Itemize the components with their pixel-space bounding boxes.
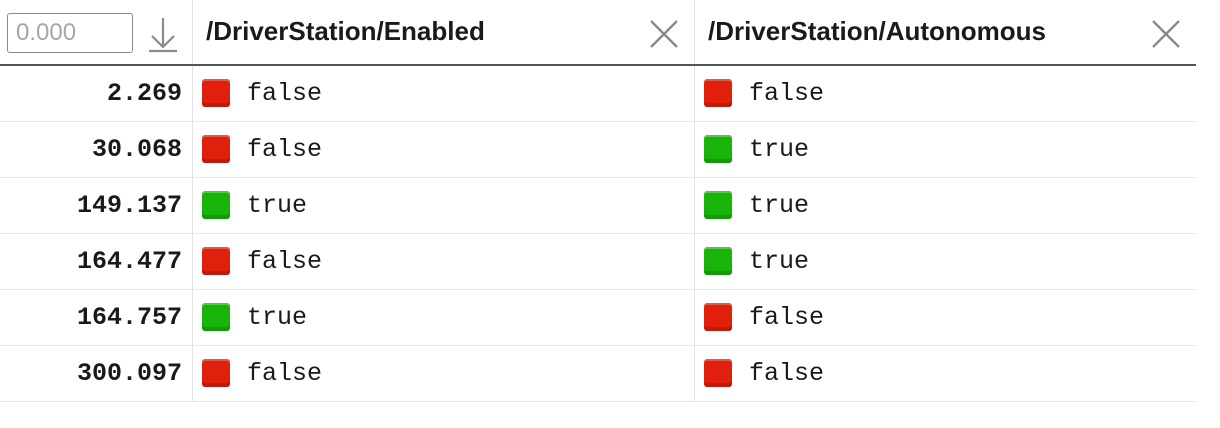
column-header-enabled: /DriverStation/Enabled: [193, 0, 695, 64]
table-row[interactable]: 149.137 true true: [0, 178, 1196, 234]
boolean-value: false: [247, 135, 323, 164]
value-cell: false: [695, 290, 1196, 345]
value-cell: true: [695, 178, 1196, 233]
value-cell: true: [193, 290, 695, 345]
table-header: /DriverStation/Enabled /DriverStation/Au…: [0, 0, 1196, 66]
table-row[interactable]: 30.068 false true: [0, 122, 1196, 178]
time-cell: 149.137: [0, 178, 193, 233]
status-swatch: [202, 135, 230, 163]
timestamp: 300.097: [76, 359, 182, 388]
value-cell: false: [695, 346, 1196, 401]
value-cell: false: [193, 234, 695, 289]
time-cell: 164.477: [0, 234, 193, 289]
boolean-value: false: [749, 359, 825, 388]
value-cell: false: [193, 346, 695, 401]
boolean-value: false: [749, 79, 825, 108]
close-icon[interactable]: [1150, 18, 1182, 50]
boolean-value: false: [749, 303, 825, 332]
timestamp: 30.068: [91, 135, 182, 164]
arrow-down-icon[interactable]: [146, 15, 180, 53]
value-cell: true: [193, 178, 695, 233]
status-swatch: [704, 191, 732, 219]
table-row[interactable]: 164.477 false true: [0, 234, 1196, 290]
time-cell: 30.068: [0, 122, 193, 177]
column-header-autonomous: /DriverStation/Autonomous: [695, 0, 1196, 64]
status-swatch: [202, 247, 230, 275]
status-swatch: [704, 303, 732, 331]
table-row[interactable]: 2.269 false false: [0, 66, 1196, 122]
value-cell: false: [695, 66, 1196, 121]
time-cell: 300.097: [0, 346, 193, 401]
boolean-value: true: [749, 135, 810, 164]
boolean-value: true: [749, 247, 810, 276]
value-cell: false: [193, 66, 695, 121]
timestamp: 164.757: [76, 303, 182, 332]
status-swatch: [704, 247, 732, 275]
boolean-value: true: [247, 191, 308, 220]
status-swatch: [202, 303, 230, 331]
value-cell: false: [193, 122, 695, 177]
status-swatch: [704, 79, 732, 107]
boolean-value: false: [247, 247, 323, 276]
time-jump-input[interactable]: [7, 13, 133, 53]
close-icon[interactable]: [648, 18, 680, 50]
timestamp: 2.269: [106, 79, 182, 108]
table-row[interactable]: 164.757 true false: [0, 290, 1196, 346]
value-cell: true: [695, 122, 1196, 177]
value-cell: true: [695, 234, 1196, 289]
column-title: /DriverStation/Autonomous: [708, 16, 1047, 46]
status-swatch: [202, 191, 230, 219]
status-swatch: [704, 135, 732, 163]
column-title: /DriverStation/Enabled: [206, 16, 485, 46]
log-table: /DriverStation/Enabled /DriverStation/Au…: [0, 0, 1196, 402]
table-row[interactable]: 300.097 false false: [0, 346, 1196, 402]
status-swatch: [202, 79, 230, 107]
boolean-value: false: [247, 79, 323, 108]
time-cell: 164.757: [0, 290, 193, 345]
status-swatch: [704, 359, 732, 387]
timestamp: 149.137: [76, 191, 182, 220]
time-header-cell: [0, 0, 193, 64]
status-swatch: [202, 359, 230, 387]
boolean-value: true: [749, 191, 810, 220]
time-cell: 2.269: [0, 66, 193, 121]
boolean-value: true: [247, 303, 308, 332]
boolean-value: false: [247, 359, 323, 388]
timestamp: 164.477: [76, 247, 182, 276]
